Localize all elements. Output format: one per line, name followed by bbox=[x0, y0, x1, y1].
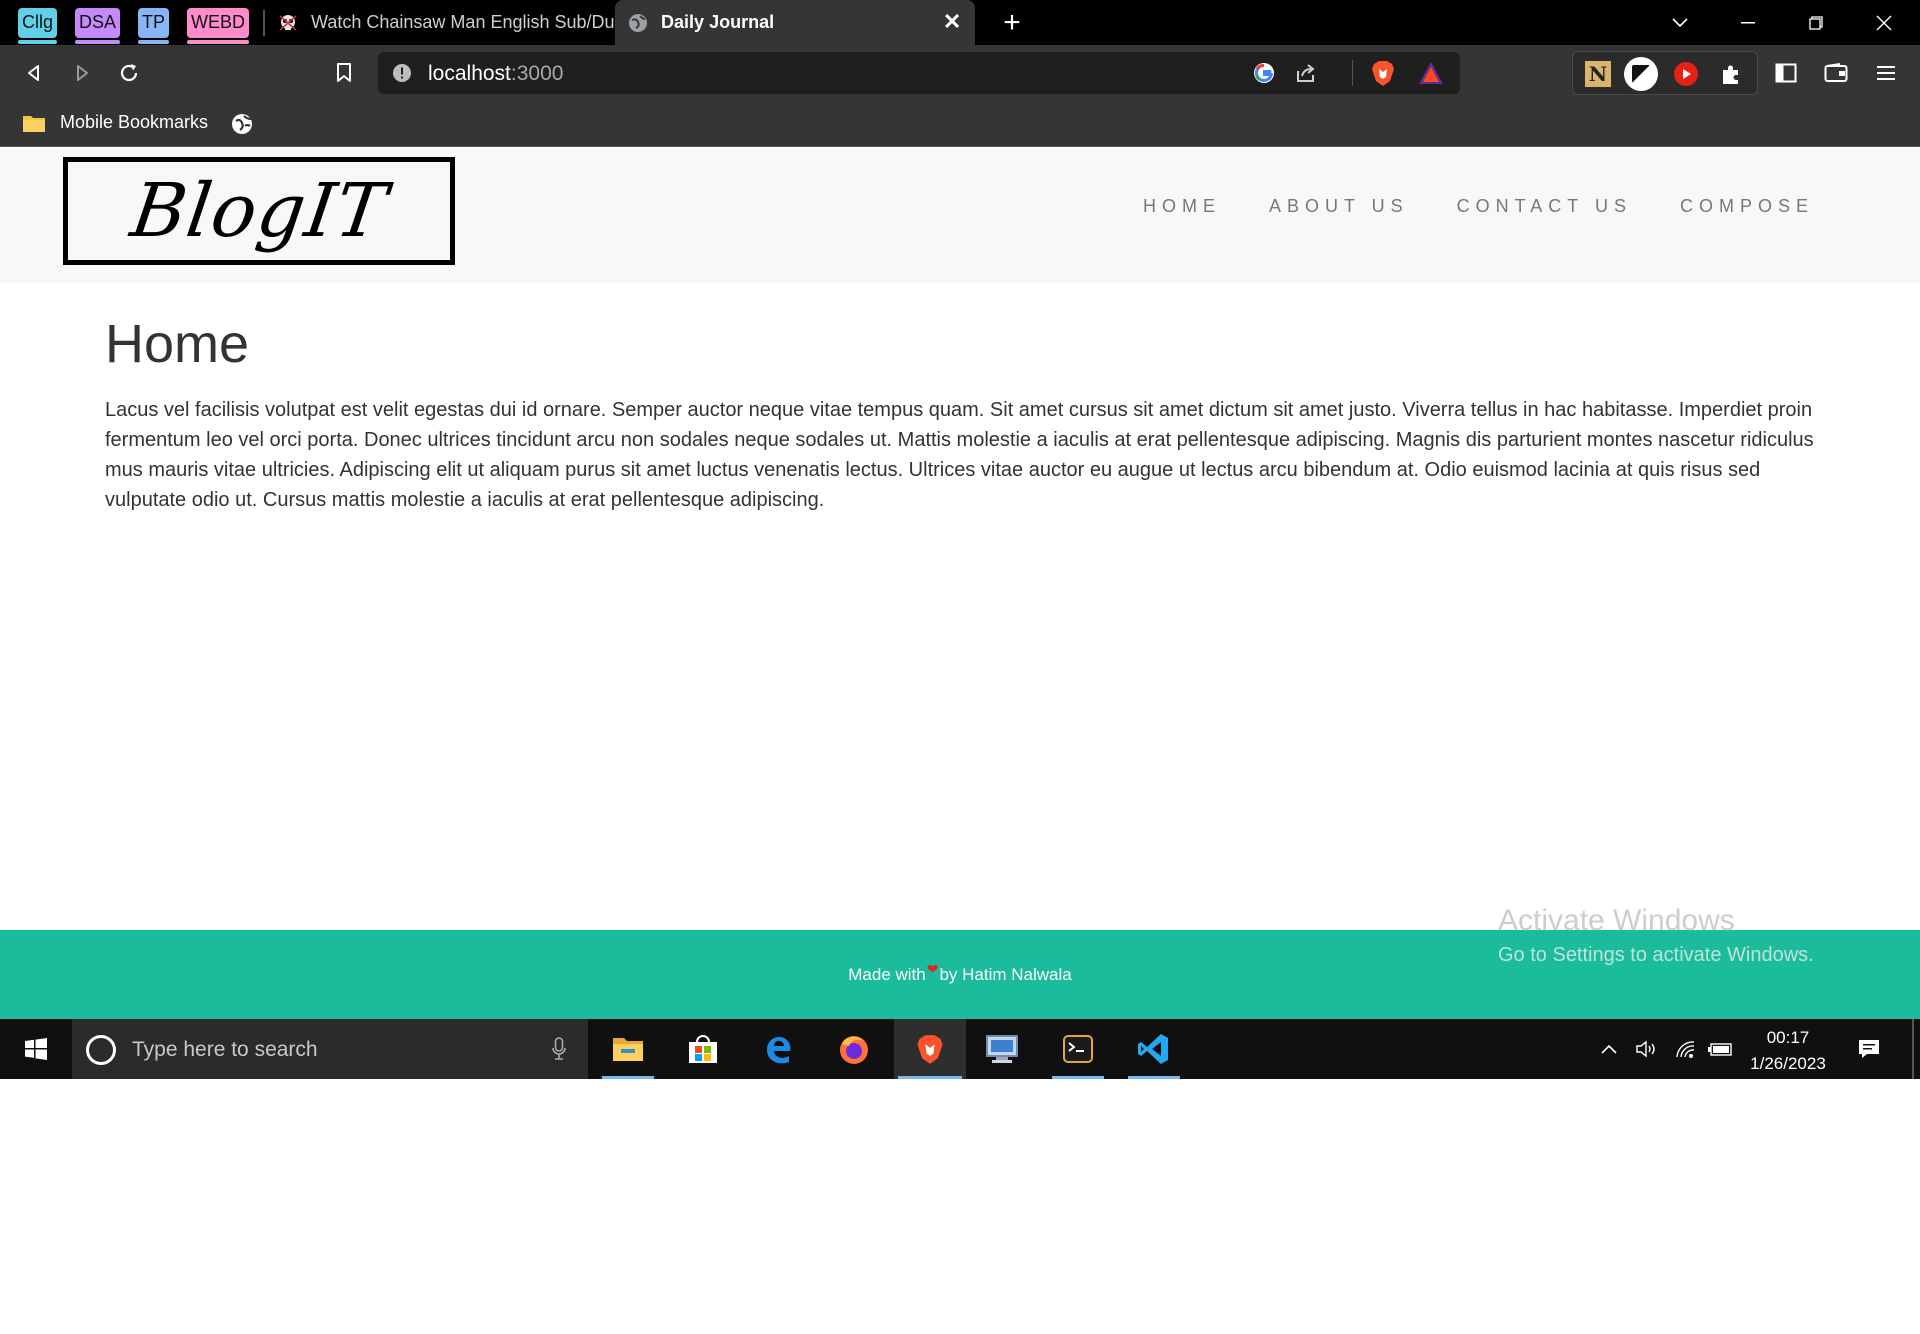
bookmark-globe-site[interactable] bbox=[230, 112, 254, 136]
nav-compose[interactable]: COMPOSE bbox=[1680, 196, 1814, 217]
tab-title: Watch Chainsaw Man English Sub/Dub bbox=[311, 12, 616, 32]
firefox-icon[interactable] bbox=[824, 1019, 884, 1079]
nav-links: HOME ABOUT US CONTACT US COMPOSE bbox=[1143, 196, 1814, 217]
footer-text-before: Made with bbox=[848, 964, 926, 984]
forward-icon[interactable] bbox=[68, 59, 96, 87]
brave-rewards-icon[interactable] bbox=[1418, 61, 1444, 90]
close-tab-icon[interactable]: ✕ bbox=[941, 9, 963, 34]
blank-area bbox=[0, 1079, 1920, 1334]
brave-shields-icon[interactable] bbox=[1370, 59, 1396, 92]
remote-desktop-icon[interactable] bbox=[972, 1019, 1032, 1079]
show-desktop-button[interactable] bbox=[1912, 1019, 1914, 1079]
site-info-icon[interactable] bbox=[392, 63, 412, 88]
puzzle-extensions-icon[interactable] bbox=[1719, 62, 1743, 91]
restore-icon[interactable] bbox=[1782, 0, 1850, 45]
taskbar-clock[interactable]: 00:17 1/26/2023 bbox=[1730, 1025, 1846, 1077]
reload-icon[interactable] bbox=[115, 59, 143, 87]
volume-icon[interactable] bbox=[1632, 1019, 1662, 1079]
file-explorer-icon[interactable] bbox=[598, 1019, 658, 1079]
vscode-icon[interactable] bbox=[1124, 1019, 1184, 1079]
notion-extension-icon[interactable]: N bbox=[1585, 61, 1611, 87]
edge-icon[interactable] bbox=[749, 1019, 809, 1079]
search-placeholder: Type here to search bbox=[132, 1038, 318, 1061]
tab-group-dsa[interactable]: DSA bbox=[75, 7, 121, 44]
terminal-icon[interactable] bbox=[1048, 1019, 1108, 1079]
watermark-line1: Activate Windows bbox=[1498, 904, 1735, 937]
browser-toolbar: localhost:3000 N bbox=[0, 45, 1920, 101]
url-text: localhost:3000 bbox=[428, 62, 564, 85]
menu-icon[interactable] bbox=[1872, 59, 1900, 87]
dark-reader-extension-icon[interactable] bbox=[1623, 56, 1659, 97]
wallet-icon[interactable] bbox=[1822, 59, 1850, 87]
brave-browser-icon[interactable] bbox=[894, 1019, 966, 1079]
back-icon[interactable] bbox=[20, 59, 48, 87]
globe-favicon-icon bbox=[627, 12, 649, 34]
nav-contact-us[interactable]: CONTACT US bbox=[1457, 196, 1632, 217]
site-navbar: BlogIT HOME ABOUT US CONTACT US COMPOSE bbox=[0, 148, 1920, 283]
share-icon[interactable] bbox=[1294, 61, 1318, 90]
wifi-icon[interactable] bbox=[1670, 1019, 1700, 1079]
tab-title: Daily Journal bbox=[661, 12, 775, 32]
cortana-icon bbox=[86, 1035, 116, 1065]
minimize-icon[interactable] bbox=[1714, 0, 1782, 45]
bookmarks-bar: Mobile Bookmarks bbox=[0, 101, 1920, 147]
tab-group-cllg[interactable]: Cllg bbox=[18, 7, 58, 44]
youtube-extension-icon[interactable] bbox=[1673, 61, 1699, 92]
extensions-group: N bbox=[1572, 51, 1758, 95]
new-tab-plus-icon[interactable]: + bbox=[997, 6, 1027, 40]
activate-windows-watermark: Activate Windows Go to Settings to activ… bbox=[1498, 904, 1814, 967]
globe-icon bbox=[230, 112, 254, 136]
tab-search-chevron-icon[interactable] bbox=[1646, 0, 1714, 45]
folder-icon bbox=[22, 113, 46, 133]
omnibox-divider bbox=[1352, 60, 1353, 86]
heart-icon: ❤ bbox=[926, 961, 939, 977]
microsoft-store-icon[interactable] bbox=[673, 1019, 733, 1079]
bookmark-icon[interactable] bbox=[330, 59, 358, 87]
clock-time: 00:17 bbox=[1766, 1028, 1810, 1047]
sidebar-toggle-icon[interactable] bbox=[1772, 59, 1800, 87]
main-content: Home Lacus vel facilisis volutpat est ve… bbox=[105, 313, 1815, 515]
skull-favicon-icon bbox=[277, 12, 299, 34]
page-viewport: BlogIT HOME ABOUT US CONTACT US COMPOSE … bbox=[0, 148, 1920, 1019]
bookmark-mobile-bookmarks[interactable]: Mobile Bookmarks bbox=[22, 112, 208, 133]
address-bar[interactable]: localhost:3000 bbox=[378, 52, 1460, 94]
taskbar-search[interactable]: Type here to search bbox=[72, 1019, 588, 1079]
nav-home[interactable]: HOME bbox=[1143, 196, 1221, 217]
nav-about-us[interactable]: ABOUT US bbox=[1269, 196, 1409, 217]
windows-start-icon[interactable] bbox=[0, 1019, 72, 1079]
tab-group-webd[interactable]: WEBD bbox=[187, 7, 250, 44]
browser-tab-strip: Cllg DSA TP WEBD Watch Chainsaw Man Engl… bbox=[0, 0, 1920, 45]
notifications-icon[interactable] bbox=[1854, 1019, 1884, 1079]
page-title: Home bbox=[105, 314, 250, 374]
brand-logo[interactable]: BlogIT bbox=[63, 157, 455, 265]
show-hidden-icons-chevron-icon[interactable] bbox=[1596, 1019, 1622, 1079]
microphone-icon[interactable] bbox=[552, 1037, 566, 1061]
tab-daily-journal[interactable]: Daily Journal ✕ bbox=[615, 0, 976, 45]
clock-date: 1/26/2023 bbox=[1750, 1054, 1826, 1073]
tab-group-tp[interactable]: TP bbox=[138, 7, 170, 44]
page-body-text: Lacus vel facilisis volutpat est velit e… bbox=[105, 399, 1814, 511]
tab-chainsaw-man[interactable]: Watch Chainsaw Man English Sub/Dub bbox=[265, 0, 615, 45]
footer-text-after: by Hatim Nalwala bbox=[939, 964, 1072, 984]
brand-name: BlogIT bbox=[125, 168, 393, 254]
watermark-line2: Go to Settings to activate Windows. bbox=[1498, 944, 1814, 966]
close-window-icon[interactable] bbox=[1850, 0, 1918, 45]
google-lens-icon[interactable] bbox=[1252, 61, 1276, 90]
windows-taskbar: Type here to search 00:17 1/26/2023 bbox=[0, 1019, 1920, 1079]
